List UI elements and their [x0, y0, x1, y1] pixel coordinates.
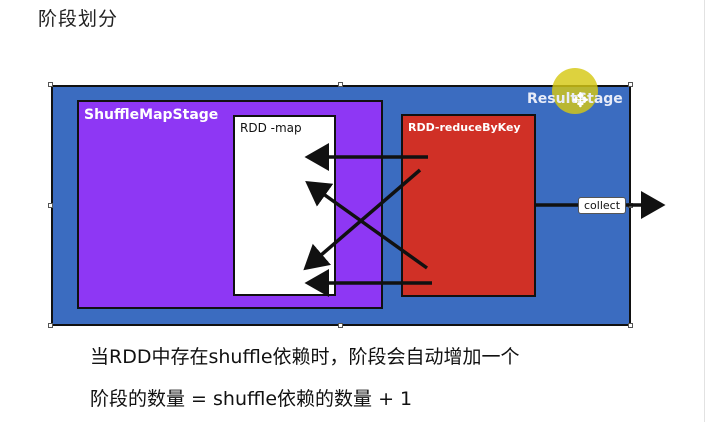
caption-line-2: 阶段的数量 = shuffle依赖的数量 + 1 — [90, 388, 413, 410]
arrow-diagonal-down — [303, 168, 422, 271]
collect-label: collect — [578, 197, 627, 214]
caption-line-1: 当RDD中存在shuffle依赖时，阶段会自动增加一个 — [90, 346, 520, 368]
arrow-diagonal-up — [305, 180, 429, 270]
